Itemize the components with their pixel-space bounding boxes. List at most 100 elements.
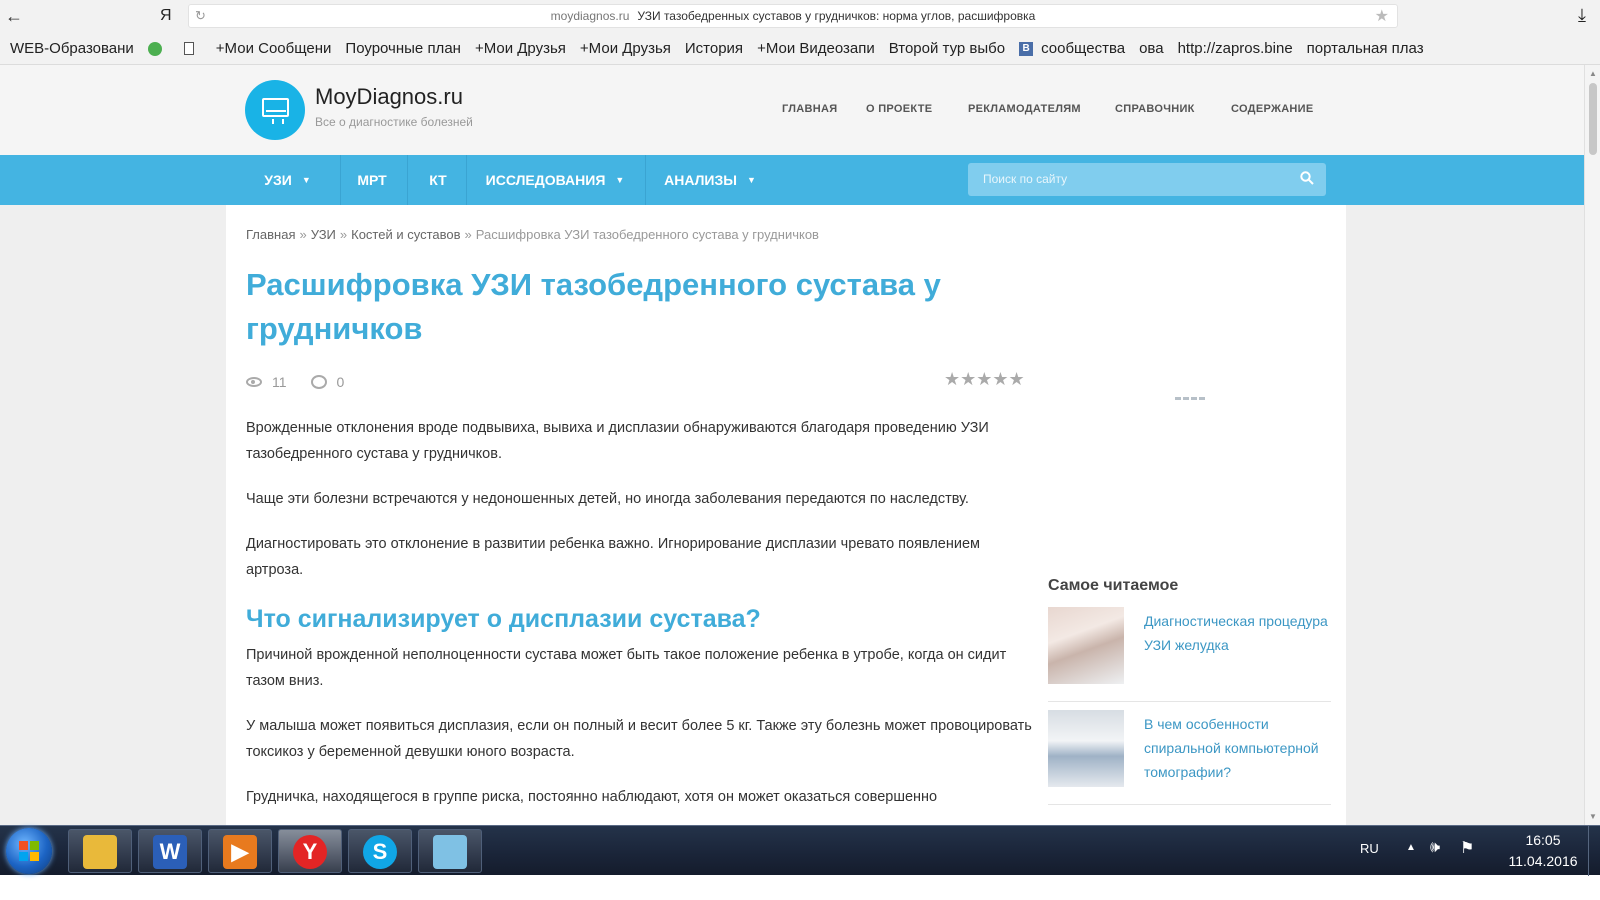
- sidebar-popular: Самое читаемое Диагностическая процедура…: [1048, 577, 1331, 813]
- breadcrumb: Главная» УЗИ» Костей и суставов» Расшифровк…: [246, 227, 819, 242]
- top-nav-reference[interactable]: СПРАВОЧНИК: [1115, 103, 1195, 115]
- tray-expand-icon[interactable]: ▲: [1406, 842, 1416, 853]
- top-nav-home[interactable]: ГЛАВНАЯ: [782, 103, 837, 115]
- site-header: MoyDiagnos.ru Все о диагностике болезней…: [0, 65, 1584, 155]
- explorer-icon: [83, 835, 117, 869]
- main-nav-analyses[interactable]: АНАЛИЗЫ ▼: [650, 155, 770, 205]
- bookmark-label: Второй тур выбо: [888, 40, 1006, 57]
- page-title: Расшифровка УЗИ тазобедренного сустава у…: [246, 267, 941, 346]
- article-meta: 11 0: [246, 373, 344, 391]
- thumbnail-image[interactable]: [1048, 710, 1124, 787]
- sidebar-link[interactable]: Диагностическая процедура УЗИ желудка: [1144, 609, 1334, 657]
- site-logo-icon[interactable]: [245, 80, 305, 140]
- breadcrumb-current: Расшифровка УЗИ тазобедренного сустава у…: [475, 227, 819, 242]
- ad-placeholder: [1175, 397, 1205, 401]
- caret-down-icon: ▼: [301, 175, 311, 185]
- bookmark-item[interactable]: Поурочные план: [345, 40, 461, 57]
- breadcrumb-bones[interactable]: Костей и суставов: [351, 227, 460, 242]
- clock-time[interactable]: 16:05: [1498, 832, 1588, 848]
- taskbar-app-explorer[interactable]: [68, 829, 132, 873]
- thumbnail-image[interactable]: [1048, 607, 1124, 684]
- taskbar-app-word[interactable]: W: [138, 829, 202, 873]
- page-tab-title: УЗИ тазобедренных суставов у грудничков:…: [637, 9, 1036, 23]
- url-host: moydiagnos.ru: [550, 9, 630, 23]
- site-name[interactable]: MoyDiagnos.ru: [315, 84, 463, 110]
- top-nav-about[interactable]: О ПРОЕКТЕ: [866, 103, 932, 115]
- scroll-down-arrow-icon[interactable]: ▼: [1589, 812, 1597, 821]
- yandex-logo-icon[interactable]: Я: [160, 6, 178, 26]
- green-refresh-icon: [147, 41, 162, 56]
- back-icon[interactable]: ←: [4, 6, 24, 26]
- address-text[interactable]: moydiagnos.ru УЗИ тазобедренных суставов …: [189, 9, 1397, 23]
- main-nav-analyses-label: АНАЛИЗЫ: [664, 172, 737, 188]
- word-icon: W: [153, 835, 187, 869]
- volume-icon[interactable]: 🕪: [1430, 839, 1440, 857]
- bookmark-label: ова: [1139, 40, 1164, 57]
- downloads-icon[interactable]: ⤓: [1572, 5, 1592, 25]
- site-tagline: Все о диагностике болезней: [315, 115, 473, 129]
- article-paragraph: У малыша может появиться дисплазия, если…: [246, 718, 1032, 760]
- article-body: Врожденные отклонения вроде подвывиха, в…: [246, 415, 1036, 825]
- windows-logo-icon: [19, 841, 39, 861]
- list-item[interactable]: В чем особенности спиральной компьютерно…: [1048, 710, 1331, 805]
- breadcrumb-uzi[interactable]: УЗИ: [311, 227, 336, 242]
- eye-icon: [246, 377, 262, 387]
- bookmark-label: +Мои Друзья: [474, 40, 566, 57]
- start-button[interactable]: [6, 828, 52, 874]
- bookmark-item[interactable]: История: [685, 40, 743, 57]
- article-paragraph: Диагностировать это отклонение в развити…: [246, 536, 980, 578]
- main-nav-uzi[interactable]: УЗИ ▼: [245, 155, 330, 205]
- top-nav-advertisers[interactable]: РЕКЛАМОДАТЕЛЯМ: [968, 103, 1081, 115]
- bookmark-item[interactable]: [183, 42, 202, 55]
- search-input[interactable]: Поиск по сайту: [968, 163, 1326, 196]
- bookmark-item[interactable]: ова: [1139, 40, 1164, 57]
- bookmark-item[interactable]: +Мои Сообщени: [216, 40, 332, 57]
- nav-divider: [407, 155, 408, 205]
- action-center-flag-icon[interactable]: ⚑: [1460, 838, 1474, 858]
- taskbar-app-skype[interactable]: S: [348, 829, 412, 873]
- clock-date[interactable]: 11.04.2016: [1498, 853, 1588, 869]
- bookmark-label: +Мои Сообщени: [215, 40, 332, 57]
- sidebar-title: Самое читаемое: [1048, 577, 1179, 594]
- top-nav-contents[interactable]: СОДЕРЖАНИЕ: [1231, 103, 1314, 115]
- bookmark-item[interactable]: [147, 41, 170, 56]
- bookmark-item[interactable]: +Мои Видеозапи: [757, 40, 875, 57]
- address-bar[interactable]: ↻ moydiagnos.ru УЗИ тазобедренных суставо…: [188, 4, 1398, 28]
- system-tray: RU ▲ 🕪 ⚑ 16:05 11.04.2016: [1310, 826, 1600, 876]
- document-icon: [183, 42, 194, 55]
- content-card: Главная» УЗИ» Костей и суставов» Расшифровк…: [226, 205, 1346, 825]
- taskbar-app-yandex-browser[interactable]: Y: [278, 829, 342, 873]
- vk-icon: B: [1019, 41, 1034, 56]
- nav-divider: [340, 155, 341, 205]
- comments-count: 0: [336, 374, 345, 390]
- taskbar-app-notepad[interactable]: [418, 829, 482, 873]
- main-nav-mrt[interactable]: МРТ: [342, 155, 402, 205]
- bookmark-item[interactable]: портальная плаз: [1307, 40, 1424, 57]
- bookmark-item[interactable]: +Мои Друзья: [475, 40, 566, 57]
- page-scrollbar[interactable]: ▲ ▼: [1584, 65, 1600, 825]
- bookmark-star-icon[interactable]: ★: [1375, 6, 1389, 26]
- bookmark-item[interactable]: http://zapros.bine: [1178, 40, 1293, 57]
- main-nav-research[interactable]: ИССЛЕДОВАНИЯ ▼: [470, 155, 640, 205]
- browser-toolbar: ← Я ↻ moydiagnos.ru УЗИ тазобедренных сус…: [0, 0, 1600, 33]
- show-desktop-button[interactable]: [1588, 826, 1600, 876]
- section-heading: Что сигнализирует о дисплазии сустава?: [246, 605, 761, 633]
- scroll-thumb[interactable]: [1589, 83, 1597, 155]
- sidebar-link[interactable]: В чем особенности спиральной компьютерно…: [1144, 712, 1334, 784]
- rating-stars[interactable]: ★★★★★: [944, 369, 1025, 390]
- scroll-up-arrow-icon[interactable]: ▲: [1589, 69, 1597, 78]
- bookmark-item[interactable]: Bсообщества: [1019, 40, 1125, 57]
- breadcrumb-home[interactable]: Главная: [246, 227, 295, 242]
- list-item[interactable]: Диагностическая процедура УЗИ желудка: [1048, 607, 1331, 702]
- bookmark-item[interactable]: WEB-Образовани: [10, 40, 134, 57]
- taskbar-app-media-player[interactable]: ▶: [208, 829, 272, 873]
- main-nav-kt[interactable]: КТ: [409, 155, 467, 205]
- windows-taskbar: W ▶ Y S RU ▲ 🕪 ⚑ 16:05 11.04.2016: [0, 825, 1600, 876]
- views-count: 11: [272, 374, 287, 390]
- bookmark-item[interactable]: Второй тур выбо: [889, 40, 1005, 57]
- bookmark-item[interactable]: +Мои Друзья: [580, 40, 671, 57]
- search-icon[interactable]: [1300, 171, 1314, 185]
- language-indicator[interactable]: RU: [1360, 841, 1379, 856]
- web-page: MoyDiagnos.ru Все о диагностике болезней…: [0, 65, 1584, 825]
- media-player-icon: ▶: [223, 835, 257, 869]
